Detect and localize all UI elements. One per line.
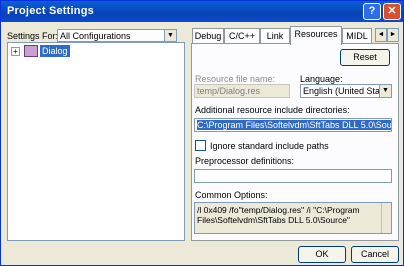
tree-item-dialog[interactable]: Dialog bbox=[40, 45, 70, 57]
common-options-label: Common Options: bbox=[195, 190, 268, 200]
ignore-std-checkbox[interactable] bbox=[195, 140, 206, 151]
tab-resources[interactable]: Resources bbox=[290, 26, 342, 45]
resource-file-field: temp/Dialog.res bbox=[194, 84, 290, 98]
expand-icon[interactable]: + bbox=[11, 47, 20, 56]
settings-for-combo[interactable]: All Configurations ▼ bbox=[57, 29, 177, 42]
tab-cpp[interactable]: C/C++ bbox=[224, 28, 260, 44]
title-bar[interactable]: Project Settings ? ✕ bbox=[1, 1, 403, 22]
ok-button[interactable]: OK bbox=[298, 246, 346, 263]
project-settings-window: Project Settings ? ✕ Settings For: All C… bbox=[0, 0, 404, 266]
language-label: Language: bbox=[300, 74, 343, 84]
common-options-scrollbar[interactable] bbox=[381, 203, 391, 233]
resource-file-label: Resource file name: bbox=[195, 74, 276, 84]
ok-label: OK bbox=[315, 249, 329, 259]
project-icon bbox=[24, 45, 38, 57]
additional-dirs-label: Additional resource include directories: bbox=[195, 105, 350, 115]
common-options-text[interactable]: /l 0x409 /fo"temp/Dialog.res" /i "C:\Pro… bbox=[194, 202, 392, 234]
common-options-line1: /l 0x409 /fo"temp/Dialog.res" /i "C:\Pro… bbox=[197, 205, 360, 215]
tab-debug[interactable]: Debug bbox=[192, 28, 224, 44]
tab-midl[interactable]: MIDL bbox=[342, 28, 372, 44]
close-button[interactable]: ✕ bbox=[383, 3, 401, 20]
tab-link[interactable]: Link bbox=[260, 28, 290, 44]
tab-scroll-left-icon[interactable]: ◄ bbox=[375, 28, 387, 42]
preprocessor-input[interactable] bbox=[194, 169, 392, 183]
settings-for-label: Settings For: bbox=[7, 31, 59, 41]
reset-button[interactable]: Reset bbox=[340, 49, 390, 66]
project-tree[interactable]: + Dialog bbox=[7, 42, 185, 241]
additional-dirs-input[interactable]: C:\Program Files\Softelvdm\SftTabs DLL 5… bbox=[194, 118, 392, 132]
chevron-down-icon[interactable]: ▼ bbox=[379, 85, 391, 97]
additional-dirs-value: C:\Program Files\Softelvdm\SftTabs DLL 5… bbox=[197, 120, 391, 130]
common-options-line2: Files\Softelvdm\SftTabs DLL 5.0\Source" bbox=[197, 215, 350, 225]
cancel-button[interactable]: Cancel bbox=[351, 246, 399, 263]
cancel-label: Cancel bbox=[360, 249, 389, 259]
reset-label: Reset bbox=[353, 52, 377, 62]
preprocessor-label: Preprocessor definitions: bbox=[195, 156, 295, 166]
language-combo[interactable]: English (United States) ▼ bbox=[300, 84, 392, 98]
window-title: Project Settings bbox=[7, 5, 94, 17]
settings-for-value: All Configurations bbox=[60, 31, 131, 41]
chevron-down-icon[interactable]: ▼ bbox=[164, 30, 176, 41]
ignore-std-label: Ignore standard include paths bbox=[210, 141, 329, 151]
resources-panel: Reset Resource file name: temp/Dialog.re… bbox=[191, 43, 399, 241]
tab-scroll-right-icon[interactable]: ► bbox=[387, 28, 399, 42]
help-button[interactable]: ? bbox=[363, 3, 381, 20]
